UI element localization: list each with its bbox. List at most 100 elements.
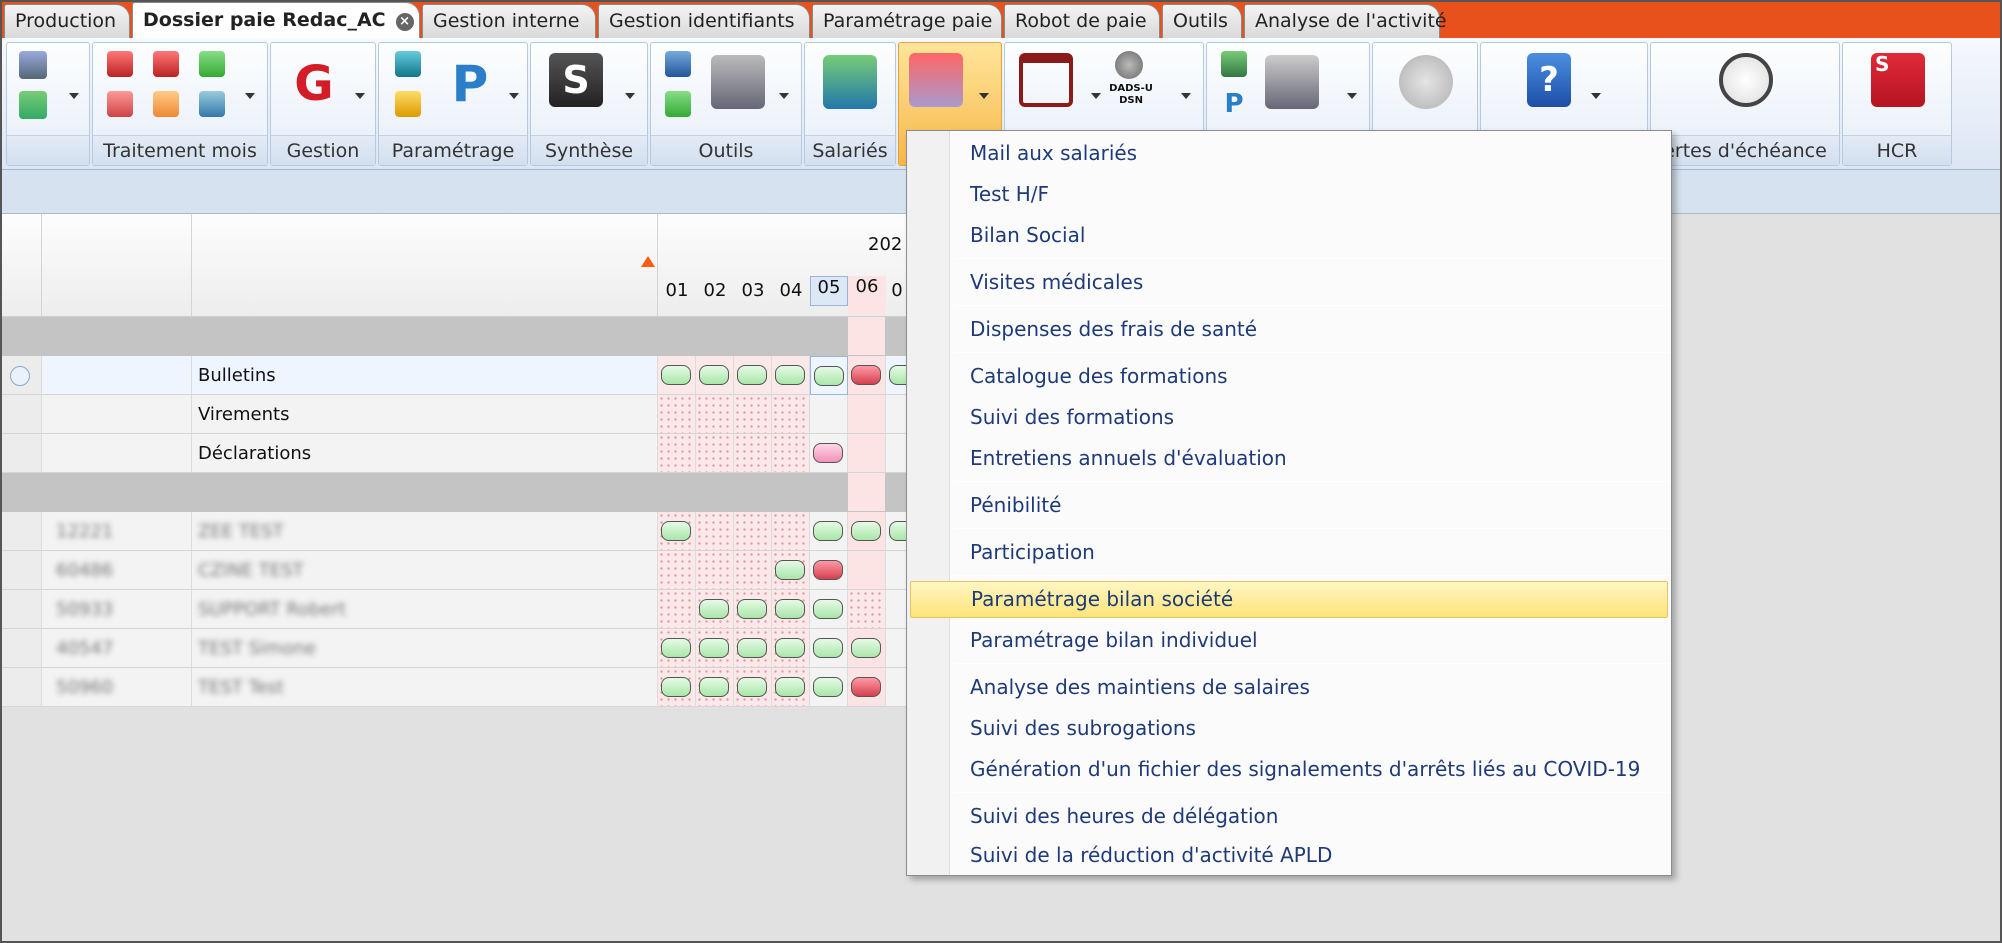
play-icon[interactable] <box>1399 55 1453 109</box>
status-pill-red[interactable] <box>851 677 881 697</box>
menu-item-bilan-social[interactable]: Bilan Social <box>910 217 1668 254</box>
menu-item-reduction-apld[interactable]: Suivi de la réduction d'activité APLD <box>910 837 1668 874</box>
status-pill[interactable] <box>775 365 805 385</box>
month-header[interactable]: 01 <box>658 280 696 301</box>
tab-analyse-activite[interactable]: Analyse de l'activité <box>1244 4 1447 38</box>
chevron-down-icon[interactable] <box>779 93 789 99</box>
chevron-down-icon[interactable] <box>1091 93 1101 99</box>
status-pill[interactable] <box>814 366 844 386</box>
menu-item-analyse-maintiens[interactable]: Analyse des maintiens de salaires <box>910 669 1668 706</box>
chevron-down-icon[interactable] <box>625 93 635 99</box>
menu-item-parametrage-bilan-societe[interactable]: Paramétrage bilan société <box>910 581 1668 618</box>
status-pill[interactable] <box>813 521 843 541</box>
gear-icon[interactable] <box>1115 51 1143 79</box>
month-header[interactable]: 03 <box>734 280 772 301</box>
close-icon[interactable]: × <box>395 13 414 31</box>
chevron-down-icon[interactable] <box>979 93 989 99</box>
month-header[interactable]: 04 <box>772 280 810 301</box>
status-pill[interactable] <box>661 638 691 658</box>
users-group-icon[interactable] <box>1265 55 1319 109</box>
status-pill[interactable] <box>699 677 729 697</box>
status-pill[interactable] <box>737 677 767 697</box>
status-pill-red[interactable] <box>813 560 843 580</box>
menu-item-penibilite[interactable]: Pénibilité <box>910 487 1668 524</box>
status-pill[interactable] <box>737 638 767 658</box>
building-icon[interactable] <box>711 55 765 109</box>
menu-item-dispenses-sante[interactable]: Dispenses des frais de santé <box>910 311 1668 348</box>
status-pill[interactable] <box>737 599 767 619</box>
status-pill-red[interactable] <box>851 365 881 385</box>
hcr-stars-icon[interactable]: S <box>1871 53 1925 107</box>
tab-gestion-interne[interactable]: Gestion interne <box>422 4 596 38</box>
status-pill[interactable] <box>775 560 805 580</box>
status-pill[interactable] <box>813 638 843 658</box>
tab-gestion-identifiants[interactable]: Gestion identifiants <box>598 4 810 38</box>
tab-robot-de-paie[interactable]: Robot de paie <box>1004 4 1160 38</box>
status-pill[interactable] <box>775 677 805 697</box>
user-p-icon[interactable]: P <box>1221 91 1247 117</box>
chevron-down-icon[interactable] <box>355 93 365 99</box>
status-pill[interactable] <box>775 638 805 658</box>
status-pill[interactable] <box>813 599 843 619</box>
chevron-down-icon[interactable] <box>1347 93 1357 99</box>
status-pill[interactable] <box>661 365 691 385</box>
menu-item-visites-medicales[interactable]: Visites médicales <box>910 264 1668 301</box>
month-header[interactable]: 0 <box>886 280 908 301</box>
grid-header-label[interactable] <box>192 214 658 317</box>
calendar-user-icon[interactable] <box>199 51 225 77</box>
clock-user-icon[interactable] <box>107 51 133 77</box>
month-header-selected[interactable]: 05 <box>810 276 848 306</box>
status-pill[interactable] <box>813 677 843 697</box>
synthese-s-icon[interactable]: S <box>549 53 603 107</box>
percent-icon[interactable] <box>395 91 421 117</box>
chevron-down-icon[interactable] <box>1181 93 1191 99</box>
payslip-icon[interactable] <box>107 91 133 117</box>
parametrage-p-icon[interactable]: P <box>443 57 497 111</box>
database-icon[interactable] <box>19 51 47 79</box>
menu-item-generation-covid[interactable]: Génération d'un fichier des signalements… <box>910 751 1668 788</box>
status-pill[interactable] <box>661 521 691 541</box>
menu-item-test-hf[interactable]: Test H/F <box>910 176 1668 213</box>
status-pill[interactable] <box>851 638 881 658</box>
ribbon-group-alertes[interactable]: ertes d'échéance <box>1650 42 1840 166</box>
status-pill[interactable] <box>699 365 729 385</box>
tab-outils[interactable]: Outils <box>1162 4 1242 38</box>
status-pill[interactable] <box>699 599 729 619</box>
ribbon-group-hcr[interactable]: S HCR <box>1842 42 1952 166</box>
settings-user-icon[interactable] <box>153 51 179 77</box>
menu-item-suivi-subrogations[interactable]: Suivi des subrogations <box>910 710 1668 747</box>
chevron-down-icon[interactable] <box>69 93 79 99</box>
tab-production[interactable]: Production <box>4 4 130 38</box>
month-header[interactable]: 02 <box>696 280 734 301</box>
euro-icon[interactable] <box>395 51 421 77</box>
month-header[interactable]: 06 <box>848 276 886 314</box>
menu-item-parametrage-bilan-individuel[interactable]: Paramétrage bilan individuel <box>910 622 1668 659</box>
menu-item-catalogue-formations[interactable]: Catalogue des formations <box>910 358 1668 395</box>
help-book-icon[interactable]: ? <box>1527 53 1571 107</box>
menu-item-heures-delegation[interactable]: Suivi des heures de délégation <box>910 798 1668 835</box>
status-pill[interactable] <box>851 521 881 541</box>
ribbon-group-gestion[interactable]: G Gestion <box>270 42 376 166</box>
gestion-g-icon[interactable]: G <box>287 57 341 111</box>
status-pill[interactable] <box>775 599 805 619</box>
menu-item-suivi-formations[interactable]: Suivi des formations <box>910 399 1668 436</box>
company-tools-icon[interactable] <box>909 53 963 107</box>
user-icon[interactable] <box>19 91 47 119</box>
user-tool-icon[interactable] <box>665 51 691 77</box>
user-lock-icon[interactable] <box>1221 51 1247 77</box>
check-icon[interactable] <box>665 91 691 117</box>
declaration-icon[interactable] <box>199 91 225 117</box>
menu-item-mail-salaries[interactable]: Mail aux salariés <box>910 135 1668 172</box>
transfer-icon[interactable] <box>153 91 179 117</box>
menu-item-entretiens-annuels[interactable]: Entretiens annuels d'évaluation <box>910 440 1668 477</box>
status-pill[interactable] <box>737 365 767 385</box>
ribbon-group-salaries[interactable]: Salariés <box>804 42 896 166</box>
stopwatch-icon[interactable] <box>1719 53 1773 107</box>
sort-arrow-icon[interactable] <box>641 256 655 267</box>
chevron-down-icon[interactable] <box>245 93 255 99</box>
employee-icon[interactable] <box>823 55 877 109</box>
status-pill[interactable] <box>661 677 691 697</box>
status-pill-pink[interactable] <box>813 443 843 463</box>
tab-parametrage-paie[interactable]: Paramétrage paie <box>812 4 1002 38</box>
status-pill[interactable] <box>699 638 729 658</box>
